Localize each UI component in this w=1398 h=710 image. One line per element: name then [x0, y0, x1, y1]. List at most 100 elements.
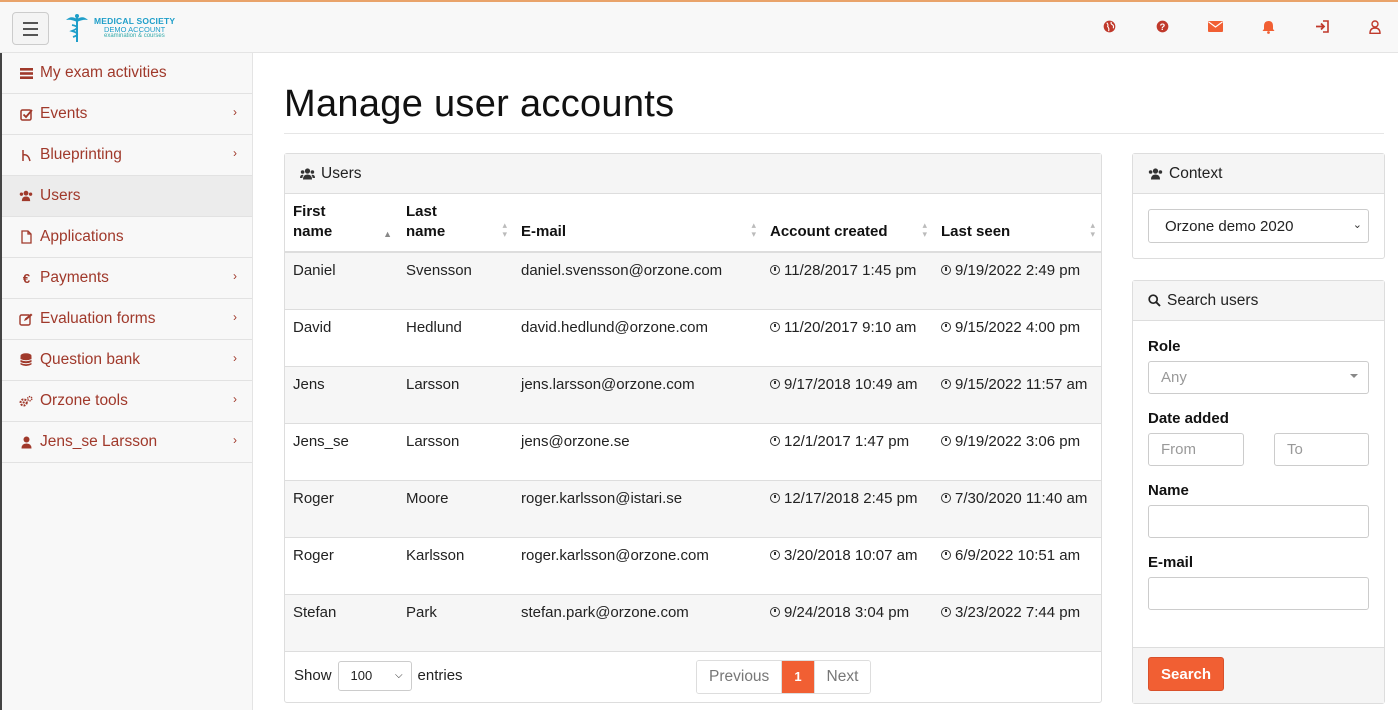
- table-cell: 11/28/2017 1:45 pm: [762, 252, 933, 310]
- table-cell: Roger: [285, 480, 398, 538]
- table-cell: Moore: [398, 480, 513, 538]
- clock-icon: [770, 435, 780, 446]
- table-cell: roger.karlsson@istari.se: [513, 480, 762, 538]
- search-button[interactable]: Search: [1148, 657, 1225, 691]
- table-cell: 11/20/2017 9:10 am: [762, 309, 933, 367]
- context-panel: Context Orzone demo 2020 ⌄: [1132, 153, 1385, 259]
- table-cell: 3/20/2018 10:07 am: [762, 537, 933, 595]
- bell-icon[interactable]: [1261, 19, 1276, 34]
- context-select[interactable]: Orzone demo 2020 ⌄: [1148, 209, 1369, 243]
- users-panel-title: Users: [321, 164, 362, 182]
- name-label: Name: [1148, 482, 1189, 499]
- table-cell: 7/30/2020 11:40 am: [933, 480, 1101, 538]
- help-icon[interactable]: ?: [1155, 19, 1170, 34]
- database-icon: [19, 353, 33, 367]
- sidebar-item-applications[interactable]: Applications: [2, 217, 252, 258]
- role-label: Role: [1148, 338, 1181, 355]
- brand-logo[interactable]: MEDICAL SOCIETY DEMO ACCOUNT examination…: [64, 13, 175, 43]
- caret-down-icon: [1350, 374, 1358, 378]
- sign-in-icon[interactable]: [1314, 19, 1329, 34]
- sidebar-item-label: My exam activities: [40, 64, 167, 81]
- table-row[interactable]: David Hedlund david.hedlund@orzone.com 11/2…: [285, 309, 1101, 367]
- title-divider: [284, 133, 1384, 134]
- globe-icon[interactable]: [1102, 19, 1117, 34]
- sidebar: My exam activities Events › Blueprinting › Us…: [0, 53, 253, 710]
- sidebar-item-label: Events: [40, 105, 88, 122]
- table-cell: 12/1/2017 1:47 pm: [762, 423, 933, 481]
- column-header-last-seen[interactable]: Last seen ▴ ▾: [933, 194, 1101, 253]
- email-input[interactable]: [1148, 577, 1369, 610]
- email-label: E-mail: [1148, 554, 1194, 571]
- column-header-last-name[interactable]: Last name ▴ ▾: [398, 194, 513, 253]
- table-cell: 9/24/2018 3:04 pm: [762, 594, 933, 652]
- column-header-first-name[interactable]: First name ▲: [285, 194, 398, 253]
- chevron-right-icon: ›: [233, 105, 237, 119]
- sidebar-item-users[interactable]: Users: [2, 176, 252, 217]
- clock-icon: [770, 321, 780, 332]
- date-from-input[interactable]: From: [1148, 433, 1244, 466]
- menu-toggle-button[interactable]: [12, 12, 49, 45]
- previous-page-button[interactable]: Previous: [697, 660, 782, 693]
- table-row[interactable]: Jens Larsson jens.larsson@orzone.com 9/17/2…: [285, 366, 1101, 424]
- clock-icon: [941, 321, 951, 332]
- table-cell: roger.karlsson@orzone.com: [513, 537, 762, 595]
- table-row[interactable]: Stefan Park stefan.park@orzone.com 9/24/201…: [285, 594, 1101, 652]
- table-row[interactable]: Jens_se Larsson jens@orzone.se 12/1/2017 1:…: [285, 423, 1101, 481]
- svg-text:?: ?: [1160, 22, 1166, 32]
- name-input[interactable]: [1148, 505, 1369, 538]
- sidebar-item-events[interactable]: Events ›: [2, 94, 252, 135]
- context-panel-title: Context: [1169, 164, 1223, 182]
- sidebar-item-payments[interactable]: € Payments ›: [2, 258, 252, 299]
- table-cell: 3/23/2022 7:44 pm: [933, 594, 1101, 652]
- search-panel-footer: Search: [1133, 647, 1384, 703]
- check-square-icon: [19, 107, 33, 121]
- users-icon: [300, 167, 315, 180]
- sort-icon: ▴ ▾: [1090, 220, 1095, 239]
- table-cell: david.hedlund@orzone.com: [513, 309, 762, 367]
- table-cell: Larsson: [398, 423, 513, 481]
- table-cell: 9/15/2022 4:00 pm: [933, 309, 1101, 367]
- sidebar-item-orzone-tools[interactable]: Orzone tools ›: [2, 381, 252, 422]
- table-cell: David: [285, 309, 398, 367]
- envelope-icon[interactable]: [1208, 19, 1223, 34]
- sidebar-item-question-bank[interactable]: Question bank ›: [2, 340, 252, 381]
- sidebar-item-blueprinting[interactable]: Blueprinting ›: [2, 135, 252, 176]
- table-row[interactable]: Roger Moore roger.karlsson@istari.se 12/17/…: [285, 480, 1101, 538]
- chevron-right-icon: ›: [233, 351, 237, 365]
- hamburger-icon: [23, 20, 38, 38]
- table-cell: daniel.svensson@orzone.com: [513, 252, 762, 310]
- users-icon: [19, 189, 33, 203]
- column-header-account-created[interactable]: Account created ▴ ▾: [762, 194, 933, 253]
- table-cell: Karlsson: [398, 537, 513, 595]
- entries-select[interactable]: 100 ⌵: [337, 660, 412, 691]
- sidebar-item-label: Payments: [40, 269, 109, 286]
- user-icon[interactable]: [1367, 19, 1382, 34]
- sidebar-item-label: Users: [40, 187, 81, 204]
- sidebar-item-label: Jens_se Larsson: [40, 433, 158, 450]
- table-cell: stefan.park@orzone.com: [513, 594, 762, 652]
- top-navbar: MEDICAL SOCIETY DEMO ACCOUNT examination…: [0, 0, 1398, 53]
- sidebar-item-jens-se-larsson[interactable]: Jens_se Larsson ›: [2, 422, 252, 463]
- role-select[interactable]: Any: [1148, 361, 1369, 394]
- date-to-input[interactable]: To: [1274, 433, 1369, 466]
- euro-icon: €: [19, 271, 33, 285]
- clock-icon: [941, 435, 951, 446]
- column-header-email[interactable]: E-mail ▴ ▾: [513, 194, 762, 253]
- file-icon: [19, 230, 33, 244]
- table-row[interactable]: Daniel Svensson daniel.svensson@orzone.com…: [285, 252, 1101, 310]
- table-cell: 6/9/2022 10:51 am: [933, 537, 1101, 595]
- pagination: Previous 1 Next: [696, 659, 872, 694]
- clock-icon: [941, 606, 951, 617]
- search-icon: [1148, 294, 1161, 307]
- brand-line-3: examination & courses: [104, 33, 165, 39]
- sidebar-item-evaluation-forms[interactable]: Evaluation forms ›: [2, 299, 252, 340]
- sidebar-item-my-exam-activities[interactable]: My exam activities: [2, 53, 252, 94]
- sort-icon: ▴ ▾: [502, 220, 507, 239]
- clock-icon: [941, 378, 951, 389]
- sort-asc-icon: ▲: [383, 229, 392, 239]
- clock-icon: [770, 492, 780, 503]
- table-row[interactable]: Roger Karlsson roger.karlsson@orzone.com 3/…: [285, 537, 1101, 595]
- sidebar-item-label: Question bank: [40, 351, 140, 368]
- next-page-button[interactable]: Next: [813, 660, 871, 693]
- page-1-button[interactable]: 1: [781, 660, 814, 693]
